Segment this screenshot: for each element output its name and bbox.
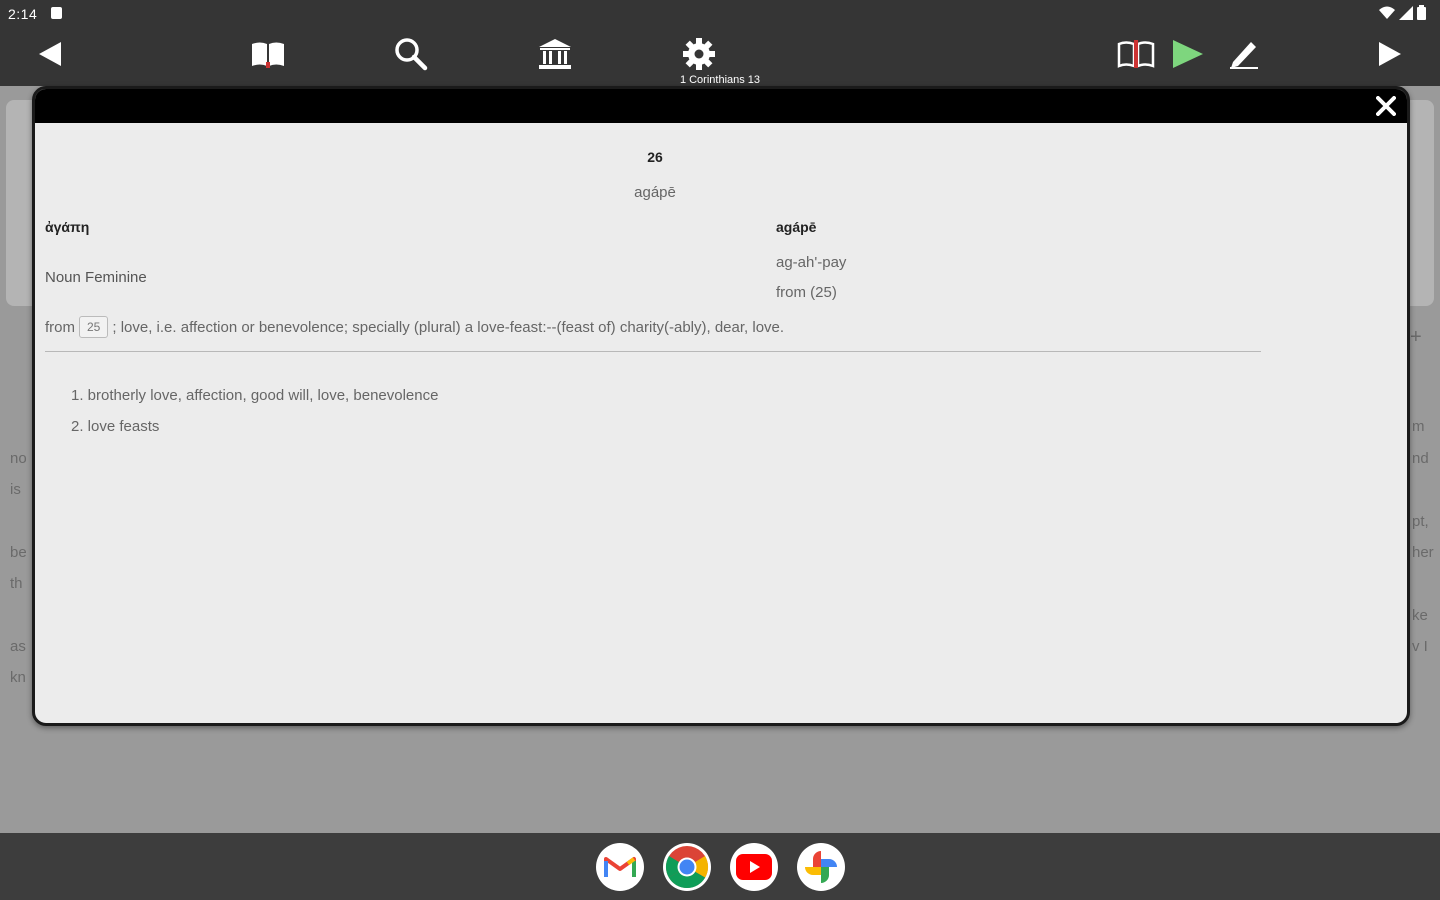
wifi-icon xyxy=(1379,6,1395,19)
app-dock xyxy=(0,833,1440,900)
outline-item: 1. brotherly love, affection, good will,… xyxy=(71,387,439,404)
cellular-icon xyxy=(1399,5,1413,20)
parallel-books-icon[interactable] xyxy=(1116,34,1156,74)
entry-transliteration: agápē xyxy=(634,184,676,201)
forward-arrow-icon[interactable] xyxy=(1370,34,1410,74)
greek-word: ἀγάπη xyxy=(45,219,90,235)
background-text: her xyxy=(1412,544,1434,561)
part-of-speech: Noun Feminine xyxy=(45,269,147,286)
gmail-icon[interactable] xyxy=(596,843,644,891)
photos-icon[interactable] xyxy=(797,843,845,891)
chrome-icon[interactable] xyxy=(663,843,711,891)
background-text: is xyxy=(10,481,21,498)
definition-text: ; love, i.e. affection or benevolence; s… xyxy=(112,318,785,336)
background-text: v I xyxy=(1412,638,1428,655)
dialog-header xyxy=(35,89,1407,123)
back-arrow-icon[interactable] xyxy=(30,34,70,74)
background-text: as xyxy=(10,638,26,655)
toolbar-subtitle: 1 Corinthians 13 xyxy=(679,74,761,86)
bible-book-icon[interactable] xyxy=(248,34,288,74)
background-text: kn xyxy=(10,669,26,686)
background-text: m xyxy=(1412,418,1425,435)
background-text: no xyxy=(10,450,27,467)
close-button[interactable] xyxy=(1373,93,1399,119)
background-text: th xyxy=(10,575,23,592)
divider xyxy=(45,351,1261,352)
strongs-reference-link[interactable]: 25 xyxy=(79,316,109,338)
lexicon-dialog: 26 agápē ἀγάπη Noun Feminine agápē ag-ah… xyxy=(32,86,1410,726)
background-text: ke xyxy=(1412,607,1428,624)
background-text: be xyxy=(10,544,27,561)
derivation: from (25) xyxy=(776,284,837,301)
youtube-icon[interactable] xyxy=(730,843,778,891)
definition: from 25 ; love, i.e. affection or benevo… xyxy=(45,316,784,338)
definition-prefix: from xyxy=(45,318,75,336)
battery-icon xyxy=(1417,5,1426,20)
definition-outline: 1. brotherly love, affection, good will,… xyxy=(71,387,438,449)
strongs-number: 26 xyxy=(647,149,663,165)
status-time: 2:14 xyxy=(8,6,38,22)
background-text: nd xyxy=(1412,450,1429,467)
search-icon[interactable] xyxy=(391,34,431,74)
pen-icon[interactable] xyxy=(1224,34,1264,74)
close-icon xyxy=(1376,96,1396,116)
background-text: pt, xyxy=(1412,513,1429,530)
system-icons xyxy=(1379,5,1426,20)
pronunciation: ag-ah'-pay xyxy=(776,254,847,271)
transliteration: agápē xyxy=(776,219,817,235)
outline-item: 2. love feasts xyxy=(71,418,160,435)
notification-icon xyxy=(51,7,62,19)
library-icon[interactable] xyxy=(535,34,575,74)
status-bar: 2:14 xyxy=(0,0,1440,28)
background-text: + xyxy=(1410,326,1422,348)
play-icon[interactable] xyxy=(1168,34,1208,74)
settings-gear-icon[interactable] xyxy=(679,34,719,74)
